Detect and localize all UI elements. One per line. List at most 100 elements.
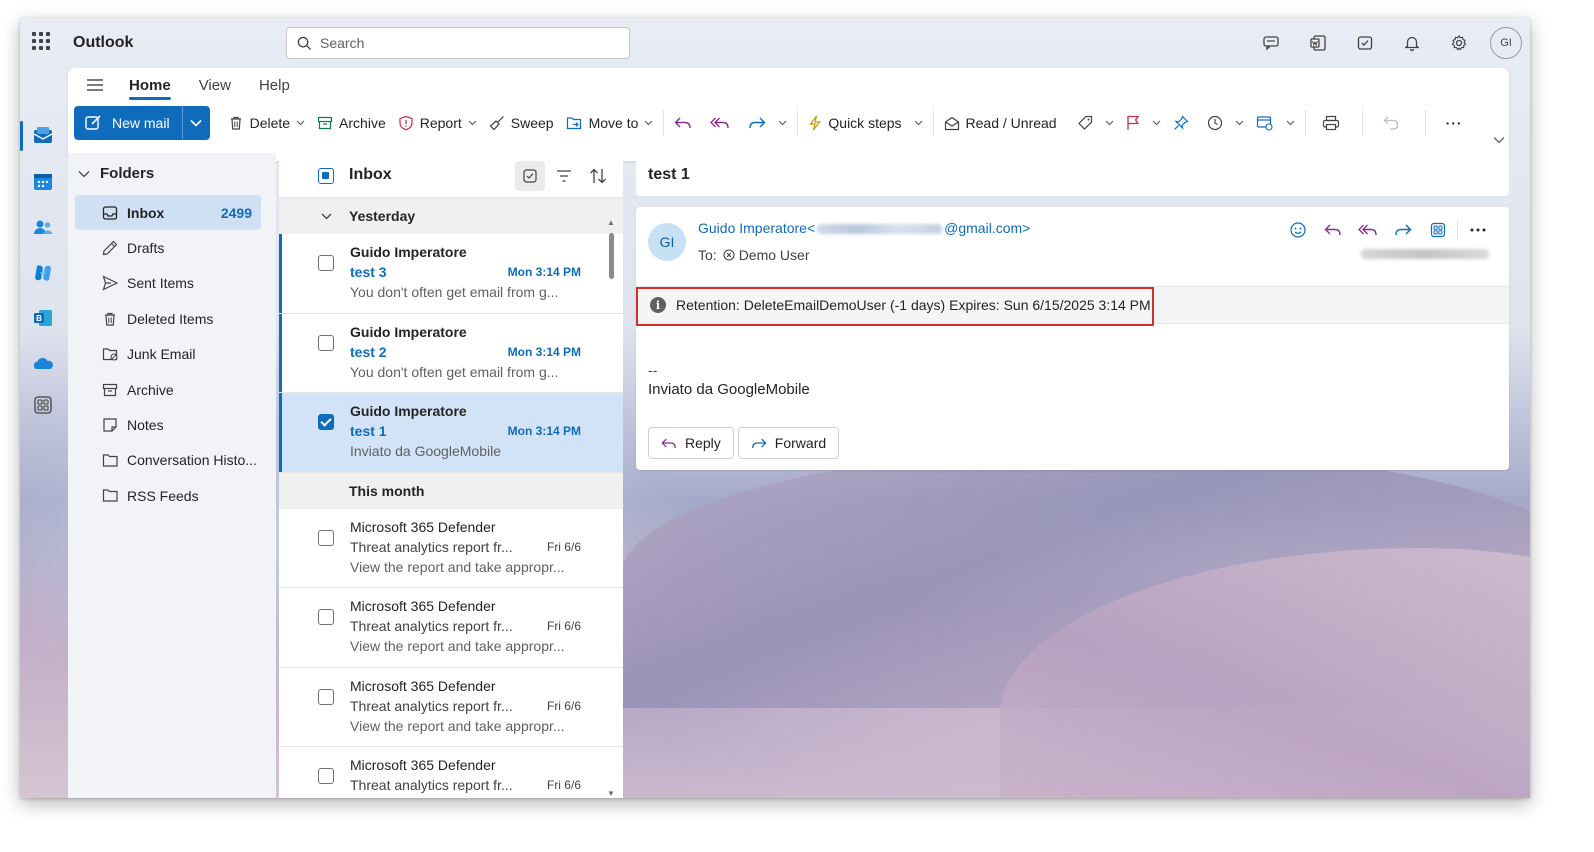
sweep-button[interactable]: Sweep bbox=[483, 107, 560, 139]
tab-home[interactable]: Home bbox=[115, 68, 185, 102]
message-sender: Microsoft 365 Defender bbox=[350, 677, 496, 694]
selection-mode-icon[interactable] bbox=[515, 161, 545, 191]
copilot-icon[interactable] bbox=[30, 260, 56, 286]
sort-icon[interactable] bbox=[583, 161, 613, 191]
folder-item-drafts[interactable]: Drafts bbox=[75, 230, 261, 265]
message-row[interactable]: Guido Imperatore test 3 Mon 3:14 PM You … bbox=[279, 234, 623, 314]
reply-button[interactable]: Reply bbox=[648, 427, 734, 459]
new-mail-button[interactable]: New mail bbox=[74, 106, 182, 140]
folder-item-conversation-history[interactable]: Conversation Histo... bbox=[75, 443, 261, 478]
bookings-icon[interactable]: B bbox=[30, 305, 56, 331]
filter-icon[interactable] bbox=[549, 161, 579, 191]
message-sender: Microsoft 365 Defender bbox=[350, 598, 496, 614]
message-checkbox[interactable] bbox=[318, 688, 334, 705]
folders-header-label: Folders bbox=[100, 165, 155, 182]
move-to-button[interactable]: Move to bbox=[560, 107, 660, 139]
snooze-button[interactable] bbox=[1201, 107, 1250, 139]
bell-icon[interactable] bbox=[1388, 26, 1435, 60]
message-row-selected[interactable]: Guido Imperatore test 1 Mon 3:14 PM Invi… bbox=[279, 393, 623, 473]
group-header-this-month[interactable]: This month bbox=[279, 472, 623, 509]
select-all-checkbox[interactable] bbox=[318, 168, 334, 184]
account-avatar[interactable]: GI bbox=[1490, 27, 1522, 59]
forward-button[interactable]: Forward bbox=[737, 427, 840, 459]
apps-grid-icon[interactable] bbox=[1420, 217, 1455, 243]
mail-icon[interactable] bbox=[30, 123, 56, 149]
quick-steps-button[interactable]: Quick steps bbox=[802, 107, 928, 139]
message-row[interactable]: Microsoft 365 Defender Threat analytics … bbox=[279, 747, 623, 798]
message-subject: Threat analytics report fr... bbox=[350, 538, 513, 555]
message-row[interactable]: Guido Imperatore test 2 Mon 3:14 PM You … bbox=[279, 313, 623, 393]
report-button[interactable]: Report bbox=[392, 107, 483, 139]
folder-item-inbox[interactable]: Inbox 2499 bbox=[75, 195, 261, 231]
onedrive-icon[interactable] bbox=[30, 351, 56, 377]
settings-gear-icon[interactable] bbox=[1435, 26, 1482, 60]
undo-icon bbox=[1383, 116, 1398, 130]
reply-icon[interactable] bbox=[1315, 217, 1350, 243]
apps-icon[interactable] bbox=[30, 392, 56, 418]
categorize-button[interactable] bbox=[1071, 107, 1120, 139]
reply-all-toolbar-button[interactable] bbox=[704, 107, 742, 139]
hamburger-menu-icon[interactable] bbox=[75, 68, 115, 102]
folder-item-sent[interactable]: Sent Items bbox=[75, 266, 261, 301]
folder-item-rss-feeds[interactable]: RSS Feeds bbox=[75, 478, 261, 513]
message-row[interactable]: Microsoft 365 Defender Threat analytics … bbox=[279, 588, 623, 668]
folder-item-archive[interactable]: Archive bbox=[75, 372, 261, 407]
scrollbar-thumb[interactable] bbox=[609, 233, 614, 279]
message-checkbox[interactable] bbox=[318, 768, 334, 784]
message-time: Mon 3:14 PM bbox=[507, 265, 581, 279]
folder-item-junk[interactable]: Junk Email bbox=[75, 337, 261, 372]
pin-button[interactable] bbox=[1167, 107, 1201, 139]
calendar-icon[interactable] bbox=[30, 169, 56, 195]
emoji-reaction-icon[interactable] bbox=[1280, 217, 1315, 243]
message-subject: Threat analytics report fr... bbox=[350, 777, 513, 793]
rules-button[interactable] bbox=[1250, 107, 1301, 139]
recipient-name[interactable]: Demo User bbox=[739, 247, 810, 263]
message-row[interactable]: Microsoft 365 Defender Threat analytics … bbox=[279, 509, 623, 588]
undo-button[interactable] bbox=[1367, 107, 1421, 139]
flag-button[interactable] bbox=[1120, 107, 1167, 139]
tab-view[interactable]: View bbox=[185, 68, 245, 102]
scroll-down-arrow-icon[interactable]: ▼ bbox=[607, 789, 615, 798]
reply-toolbar-button[interactable] bbox=[668, 107, 704, 139]
archive-button[interactable]: Archive bbox=[311, 107, 392, 139]
read-unread-button[interactable]: Read / Unread bbox=[938, 107, 1063, 139]
more-actions-icon[interactable] bbox=[1460, 217, 1495, 243]
tasks-icon[interactable] bbox=[1341, 26, 1388, 60]
new-mail-dropdown[interactable] bbox=[181, 106, 210, 140]
message-checkbox-checked[interactable] bbox=[318, 414, 334, 430]
tab-help[interactable]: Help bbox=[245, 68, 304, 102]
people-icon[interactable] bbox=[30, 214, 56, 240]
app-launcher-icon[interactable] bbox=[32, 32, 50, 50]
message-preview: View the report and take appropr... bbox=[350, 638, 565, 654]
message-sender: Microsoft 365 Defender bbox=[350, 757, 496, 773]
word-icon[interactable] bbox=[1294, 26, 1341, 60]
sender-avatar[interactable]: GI bbox=[648, 223, 686, 261]
message-checkbox[interactable] bbox=[318, 255, 334, 271]
print-button[interactable] bbox=[1310, 107, 1358, 139]
folder-icon bbox=[102, 489, 118, 502]
more-options-button[interactable]: ··· bbox=[1430, 107, 1479, 139]
scroll-up-arrow-icon[interactable]: ▲ bbox=[607, 218, 615, 227]
message-checkbox[interactable] bbox=[318, 334, 334, 351]
message-row[interactable]: Microsoft 365 Defender Threat analytics … bbox=[279, 668, 623, 747]
forward-toolbar-button[interactable] bbox=[742, 107, 793, 139]
search-input[interactable]: Search bbox=[286, 27, 630, 59]
folder-item-deleted[interactable]: Deleted Items bbox=[75, 301, 261, 336]
message-time: Fri 6/6 bbox=[546, 698, 581, 713]
reply-all-icon[interactable] bbox=[1350, 217, 1385, 243]
forward-icon[interactable] bbox=[1385, 217, 1420, 243]
message-checkbox[interactable] bbox=[318, 609, 334, 625]
ribbon-expand-chevron-icon[interactable] bbox=[1493, 136, 1505, 144]
folder-item-notes[interactable]: Notes bbox=[75, 407, 261, 442]
clock-icon bbox=[1207, 115, 1222, 131]
compose-icon bbox=[85, 115, 101, 130]
sender-line[interactable]: Guido Imperatore< @gmail.com> bbox=[698, 220, 1030, 236]
delete-button[interactable]: Delete bbox=[222, 107, 311, 139]
folders-header[interactable]: Folders bbox=[78, 165, 154, 182]
move-folder-icon bbox=[566, 117, 581, 130]
message-list-scrollbar[interactable]: ▲ ▼ bbox=[607, 218, 615, 798]
chat-icon[interactable] bbox=[1247, 26, 1294, 60]
group-header-yesterday[interactable]: Yesterday bbox=[279, 198, 623, 234]
message-preview: View the report and take appropr... bbox=[350, 717, 565, 734]
message-checkbox[interactable] bbox=[318, 529, 334, 546]
